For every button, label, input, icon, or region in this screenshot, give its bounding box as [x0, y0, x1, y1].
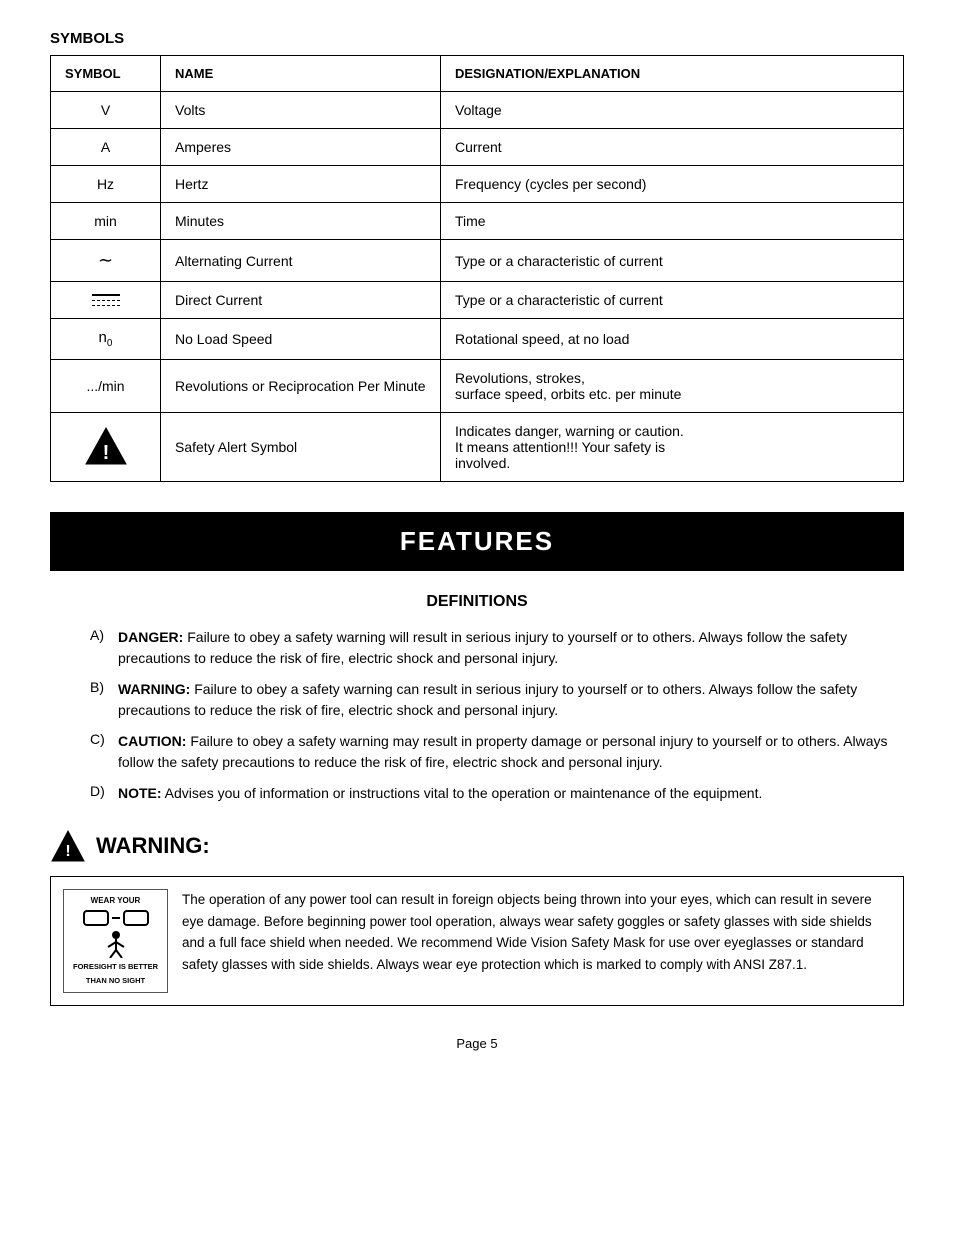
definitions-section: DEFINITIONS A)DANGER: Failure to obey a …: [50, 593, 904, 804]
designation-cell: Indicates danger, warning or caution. It…: [441, 413, 904, 482]
name-cell: Minutes: [161, 203, 441, 240]
def-letter: C): [90, 731, 118, 747]
designation-cell: Revolutions, strokes, surface speed, orb…: [441, 360, 904, 413]
symbol-cell: n0: [51, 319, 161, 360]
designation-cell: Type or a characteristic of current: [441, 282, 904, 319]
def-letter: B): [90, 679, 118, 695]
symbols-table: SYMBOL NAME DESIGNATION/EXPLANATION VVol…: [50, 55, 904, 482]
alert-triangle-icon: !: [84, 424, 128, 468]
ac-symbol: ∼: [98, 250, 113, 270]
safety-than: THAN NO SIGHT: [70, 976, 161, 986]
table-row: AAmperesCurrent: [51, 129, 904, 166]
warning-text: The operation of any power tool can resu…: [182, 889, 891, 975]
symbol-cell: V: [51, 92, 161, 129]
warning-title: WARNING:: [96, 833, 210, 859]
table-row: .../minRevolutions or Reciprocation Per …: [51, 360, 904, 413]
dc-line1: [92, 294, 120, 296]
def-label: CAUTION:: [118, 733, 186, 749]
designation-cell: Current: [441, 129, 904, 166]
col-designation: DESIGNATION/EXPLANATION: [441, 56, 904, 92]
table-row: Direct CurrentType or a characteristic o…: [51, 282, 904, 319]
symbol-cell: ∼: [51, 240, 161, 282]
def-text: WARNING: Failure to obey a safety warnin…: [118, 679, 904, 721]
list-item: C)CAUTION: Failure to obey a safety warn…: [90, 731, 904, 773]
dc-line2: [92, 300, 120, 301]
def-letter: A): [90, 627, 118, 643]
warning-header-icon: !: [50, 828, 86, 864]
definitions-title: DEFINITIONS: [50, 593, 904, 611]
dc-line3: [92, 305, 120, 306]
symbol-cell: A: [51, 129, 161, 166]
name-cell: Revolutions or Reciprocation Per Minute: [161, 360, 441, 413]
table-row: HzHertzFrequency (cycles per second): [51, 166, 904, 203]
svg-text:!: !: [65, 843, 70, 860]
name-cell: Volts: [161, 92, 441, 129]
svg-text:!: !: [102, 442, 109, 464]
page-footer: Page 5: [50, 1036, 904, 1051]
warning-section: ! WARNING: WEAR YOUR F: [50, 828, 904, 1006]
def-text: NOTE: Advises you of information or inst…: [118, 783, 762, 804]
def-label: DANGER:: [118, 629, 183, 645]
designation-cell: Voltage: [441, 92, 904, 129]
symbols-section: SYMBOLS SYMBOL NAME DESIGNATION/EXPLANAT…: [50, 30, 904, 482]
table-row: minMinutesTime: [51, 203, 904, 240]
dc-symbol: [65, 294, 146, 306]
symbol-cell: [51, 282, 161, 319]
safety-wear-your: WEAR YOUR: [70, 896, 161, 906]
symbol-cell: .../min: [51, 360, 161, 413]
table-row: VVoltsVoltage: [51, 92, 904, 129]
warning-box: WEAR YOUR FORESIGHT IS BETTER THAN NO SI…: [50, 876, 904, 1006]
name-cell: Safety Alert Symbol: [161, 413, 441, 482]
col-symbol: SYMBOL: [51, 56, 161, 92]
name-cell: Hertz: [161, 166, 441, 203]
def-label: NOTE:: [118, 785, 162, 801]
lens-left: [83, 910, 109, 926]
def-text: CAUTION: Failure to obey a safety warnin…: [118, 731, 904, 773]
symbols-title: SYMBOLS: [50, 30, 904, 47]
page-number: Page 5: [456, 1036, 497, 1051]
designation-cell: Type or a characteristic of current: [441, 240, 904, 282]
list-item: A)DANGER: Failure to obey a safety warni…: [90, 627, 904, 669]
lens-right: [123, 910, 149, 926]
safety-foresight: FORESIGHT IS BETTER: [70, 962, 161, 972]
list-item: D)NOTE: Advises you of information or in…: [90, 783, 904, 804]
designation-cell: Rotational speed, at no load: [441, 319, 904, 360]
col-name: NAME: [161, 56, 441, 92]
name-cell: Direct Current: [161, 282, 441, 319]
glasses-icon: [70, 910, 161, 926]
def-label: WARNING:: [118, 681, 190, 697]
warning-header: ! WARNING:: [50, 828, 904, 864]
bridge: [112, 917, 120, 919]
def-letter: D): [90, 783, 118, 799]
designation-cell: Time: [441, 203, 904, 240]
symbol-cell: min: [51, 203, 161, 240]
table-row: ∼ Alternating CurrentType or a characteri…: [51, 240, 904, 282]
list-item: B)WARNING: Failure to obey a safety warn…: [90, 679, 904, 721]
safety-glasses-image: WEAR YOUR FORESIGHT IS BETTER THAN NO SI…: [63, 889, 168, 993]
safety-figure-icon: [101, 930, 131, 958]
features-banner: FEATURES: [50, 512, 904, 571]
designation-cell: Frequency (cycles per second): [441, 166, 904, 203]
name-cell: No Load Speed: [161, 319, 441, 360]
table-row: n0 No Load SpeedRotational speed, at no l…: [51, 319, 904, 360]
definitions-list: A)DANGER: Failure to obey a safety warni…: [90, 627, 904, 804]
name-cell: Amperes: [161, 129, 441, 166]
name-cell: Alternating Current: [161, 240, 441, 282]
table-row: ! Safety Alert SymbolIndicates danger, w…: [51, 413, 904, 482]
def-text: DANGER: Failure to obey a safety warning…: [118, 627, 904, 669]
table-header-row: SYMBOL NAME DESIGNATION/EXPLANATION: [51, 56, 904, 92]
n0-symbol: n0: [99, 329, 113, 349]
symbol-cell: Hz: [51, 166, 161, 203]
symbol-cell: !: [51, 413, 161, 482]
